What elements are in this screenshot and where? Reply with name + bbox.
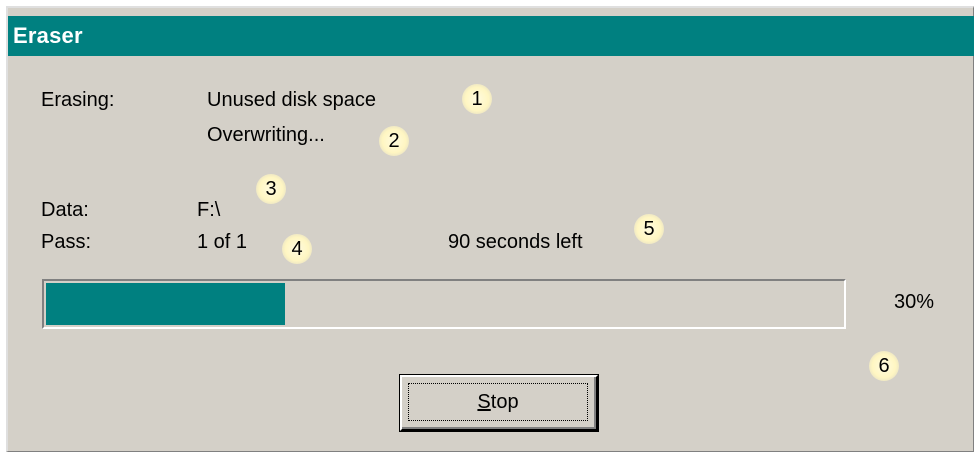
progress-percent: 30% <box>894 291 935 313</box>
eraser-window: Eraser Erasing: Unused disk space Overwr… <box>6 6 974 452</box>
callout-badge-1: 1 <box>462 84 492 114</box>
stop-button-mnemonic: S <box>477 390 491 413</box>
progress-fill <box>46 283 285 325</box>
title-bar[interactable]: Eraser <box>8 16 974 56</box>
stop-button-label: Stop <box>477 391 518 414</box>
progress-bar <box>42 279 846 329</box>
stop-button-label-rest: top <box>490 390 519 413</box>
time-left-text: 90 seconds left <box>448 231 583 253</box>
stop-button[interactable]: Stop <box>400 375 598 431</box>
window-title: Eraser <box>13 23 83 48</box>
data-value: F:\ <box>197 199 221 221</box>
callout-badge-5: 5 <box>634 214 664 244</box>
pass-label: Pass: <box>41 231 92 253</box>
callout-badge-3: 3 <box>256 174 286 204</box>
status-text: Overwriting... <box>207 124 325 146</box>
callout-badge-4: 4 <box>282 234 312 264</box>
erasing-value: Unused disk space <box>207 89 376 111</box>
data-label: Data: <box>41 199 89 221</box>
stop-button-focus-rect: Stop <box>408 383 588 421</box>
callout-badge-6: 6 <box>869 351 899 381</box>
pass-value: 1 of 1 <box>197 231 248 253</box>
erasing-label: Erasing: <box>41 89 115 111</box>
callout-badge-2: 2 <box>379 126 409 156</box>
